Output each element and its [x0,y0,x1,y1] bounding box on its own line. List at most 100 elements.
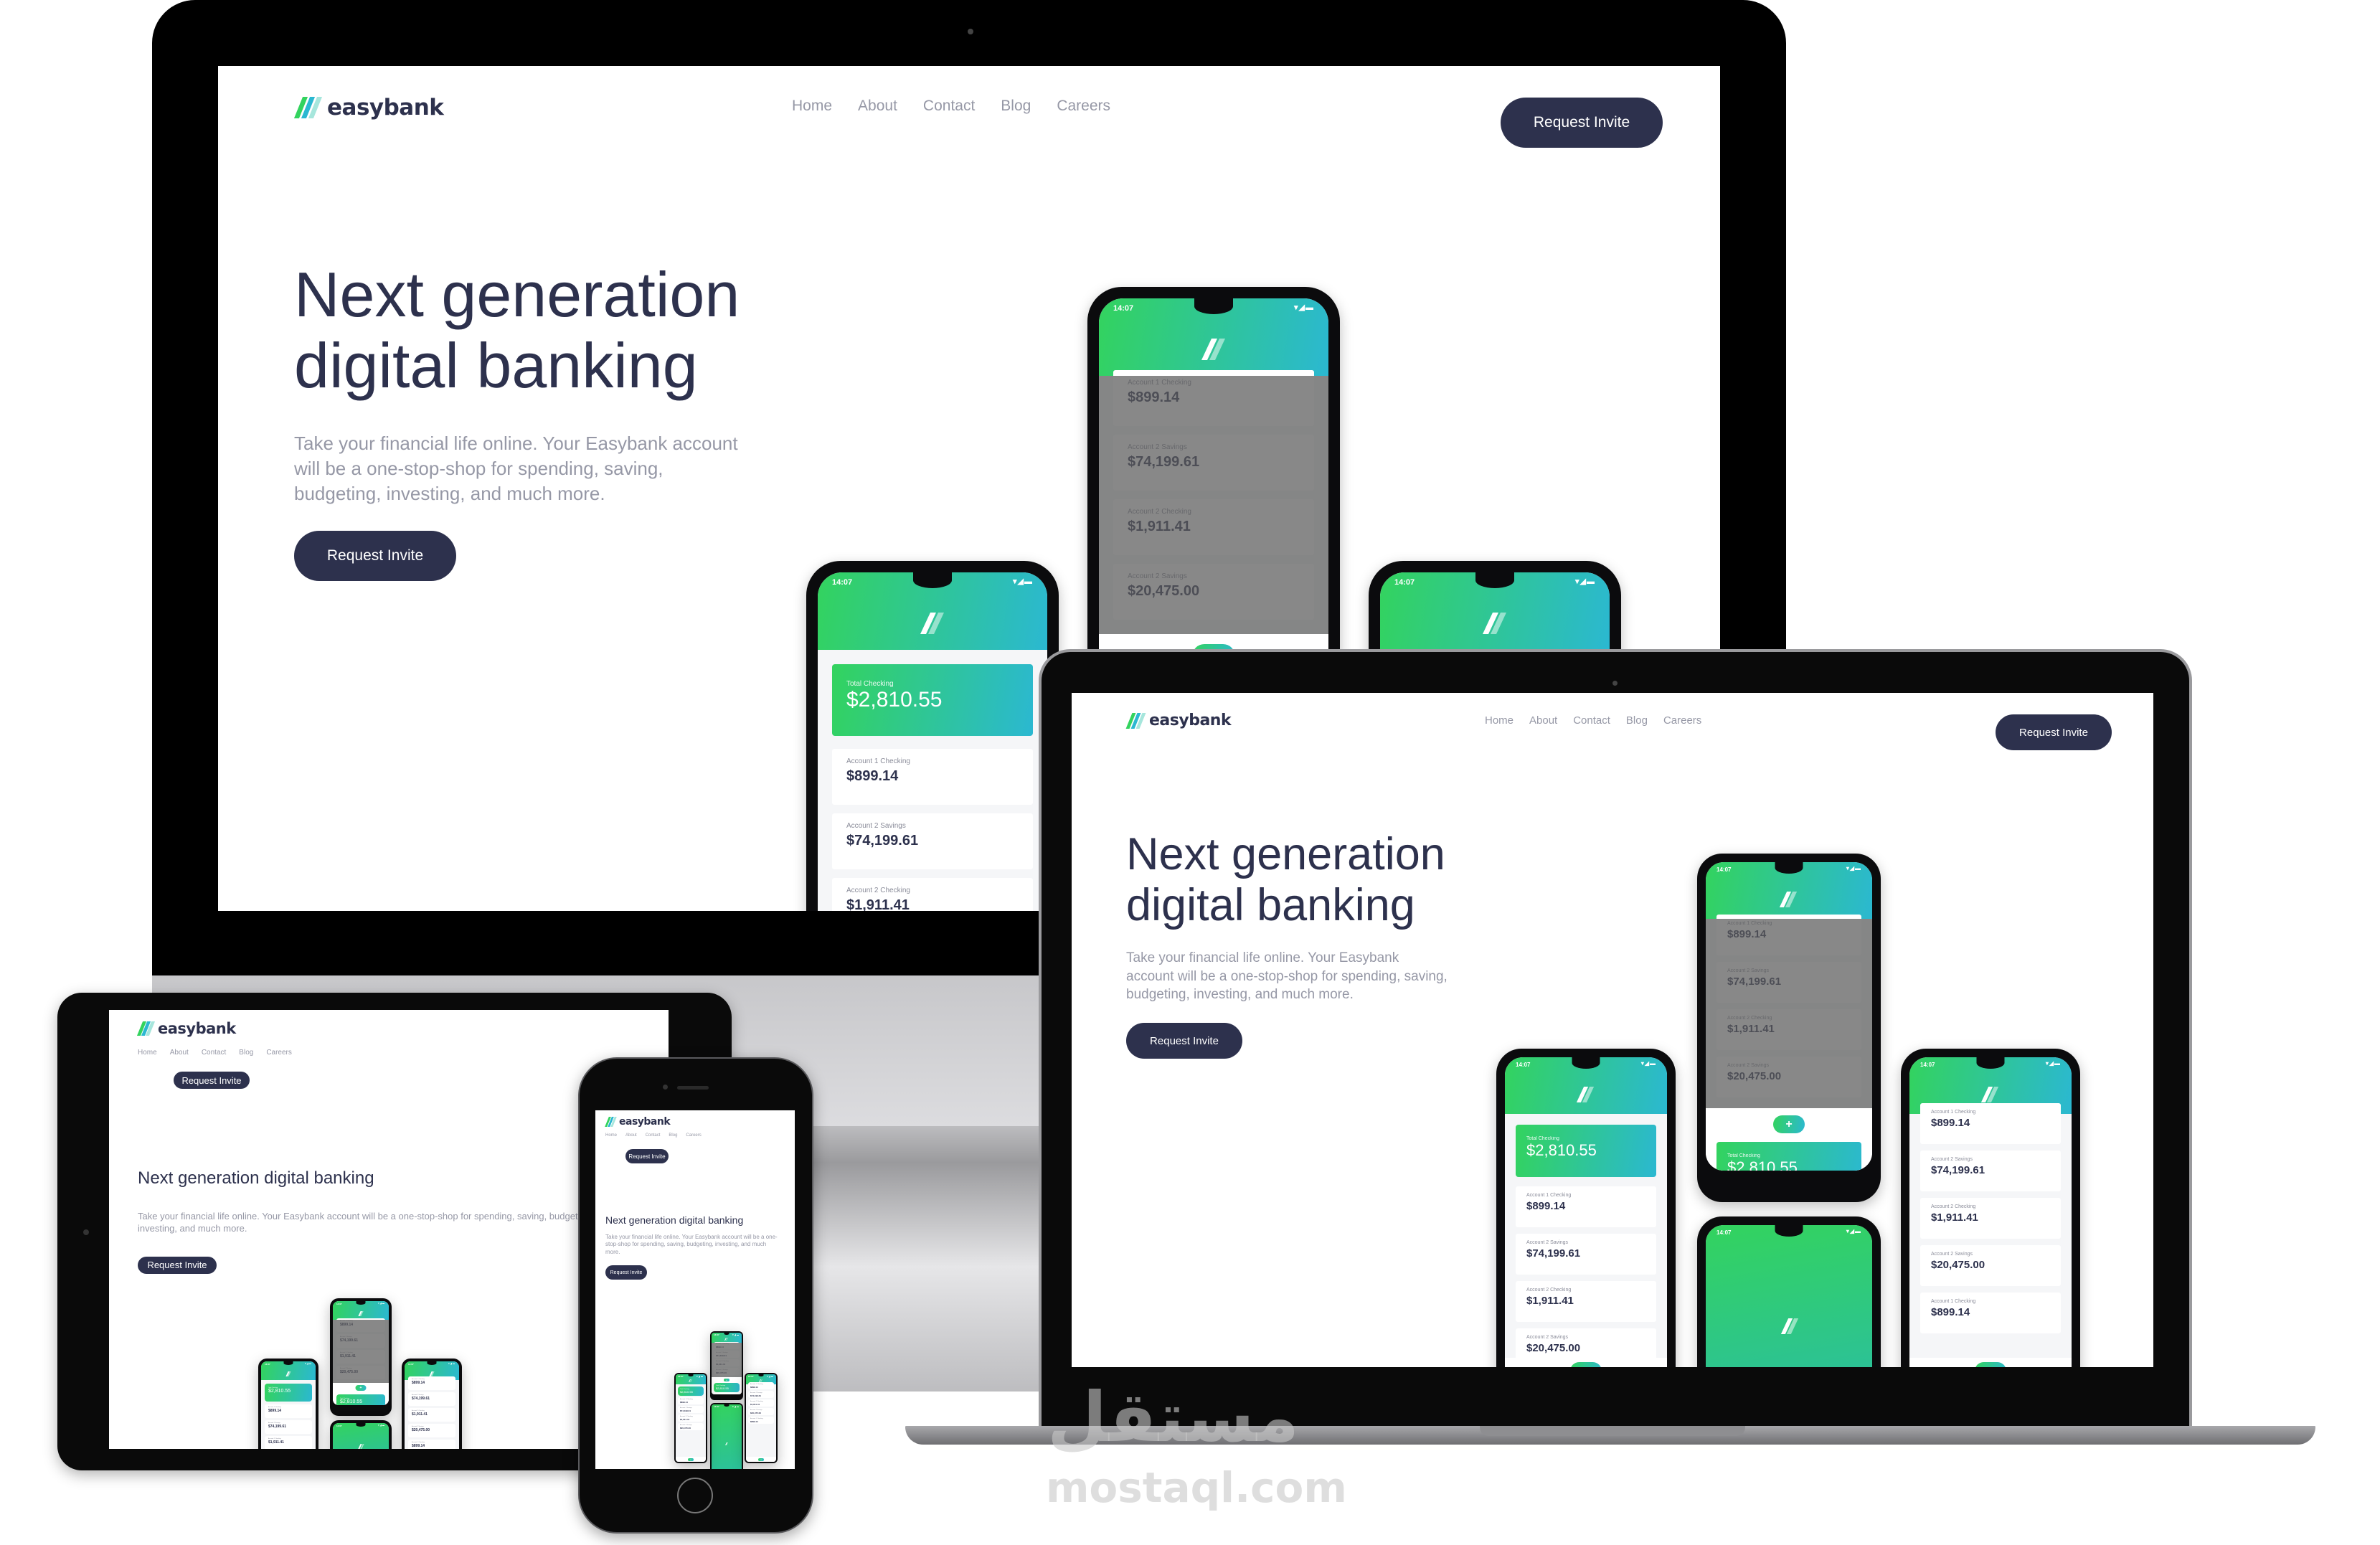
logo[interactable]: easybank [136,1020,236,1037]
phone-mockup: 14:07 ▾◢▬ [330,1420,392,1449]
account-card[interactable]: Account 2 Savings$74,199.61 [408,1392,455,1406]
hero-request-invite-button[interactable]: Request Invite [138,1256,217,1274]
logo[interactable]: easybank [605,1116,671,1128]
header-request-invite-button[interactable]: Request Invite [1996,714,2112,750]
account-card[interactable]: Account 2 Checking$1,911.41 [678,1414,704,1422]
header-request-invite-button[interactable]: Request Invite [1501,98,1663,148]
account-card[interactable]: Account 2 Savings$74,199.61 [1516,1234,1656,1275]
account-card[interactable]: Account 2 Checking$1,911.41 [408,1408,455,1422]
total-checking-card[interactable]: Total Checking$2,810.55 [678,1386,704,1396]
account-card[interactable]: Account 1 Checking$899.14 [265,1404,312,1418]
slash-stripes-logo-icon [136,1021,156,1036]
account-label: Account 1 Checking [412,1379,425,1380]
account-card[interactable]: Account 1 Checking$899.14 [408,1376,455,1390]
nav-about[interactable]: About [170,1049,189,1057]
nav-blog[interactable]: Blog [669,1133,677,1138]
nav-contact[interactable]: Contact [923,98,975,115]
account-card[interactable]: Account 2 Savings$74,199.61 [1920,1151,2061,1191]
phone-mockup: 14:07 ▾◢▬ [710,1403,743,1469]
home-button[interactable] [677,1478,713,1513]
plus-icon: + [690,1458,691,1461]
account-card[interactable]: Account 2 Checking$1,911.41 [265,1436,312,1449]
account-card[interactable]: Account 1 Checking$899.14 [1516,1186,1656,1227]
total-checking-card[interactable]: Total Checking$2,810.55 [1716,1142,1861,1171]
hero-request-invite-button[interactable]: Request Invite [1126,1023,1242,1059]
account-card[interactable]: Account 1 Checking$899.14 [408,1440,455,1449]
account-card[interactable]: Account 2 Savings$74,199.61 [265,1420,312,1434]
slash-stripes-logo-icon [285,1371,292,1376]
account-label: Account 2 Savings [846,822,906,830]
nav-blog[interactable]: Blog [1001,98,1031,115]
account-card[interactable]: Account 2 Savings$74,199.61 [748,1391,774,1398]
total-checking-card[interactable]: Total Checking$2,810.55 [336,1394,385,1405]
nav-contact[interactable]: Contact [1573,714,1610,727]
nav-blog[interactable]: Blog [239,1049,253,1057]
nav-careers[interactable]: Careers [1663,714,1701,727]
account-card[interactable]: Account 2 Savings$74,199.61 [678,1406,704,1413]
account-card[interactable]: Account 2 Checking$1,911.41 [1516,1281,1656,1322]
account-card[interactable]: Account 2 Checking$1,911.41 [1920,1198,2061,1239]
nav-contact[interactable]: Contact [202,1049,226,1057]
header-request-invite-button[interactable]: Request Invite [625,1149,669,1163]
nav-home[interactable]: Home [138,1049,157,1057]
total-amount: $2,810.55 [1727,1158,1798,1171]
phone-notch [1976,1057,2005,1069]
nav-about[interactable]: About [625,1133,637,1138]
nav-careers[interactable]: Careers [686,1133,701,1138]
slash-stripes-logo-icon [1575,1087,1596,1102]
add-account-button[interactable]: + [724,1379,729,1381]
nav-about[interactable]: About [1529,714,1557,727]
nav-home[interactable]: Home [1485,714,1514,727]
nav-careers[interactable]: Careers [266,1049,292,1057]
nav-home[interactable]: Home [792,98,832,115]
add-account-button[interactable]: + [758,1458,764,1461]
nav-about[interactable]: About [858,98,897,115]
nav-blog[interactable]: Blog [1626,714,1648,727]
account-card[interactable]: Account 2 Savings$74,199.61 [832,813,1033,869]
account-card[interactable]: Account 1 Checking$899.14 [748,1382,774,1389]
status-time: 14:07 [1920,1062,1935,1068]
total-checking-card[interactable]: Total Checking$2,810.55 [1516,1125,1656,1177]
add-account-button[interactable]: + [1570,1362,1602,1367]
add-account-button[interactable]: + [1975,1362,2006,1367]
account-card[interactable]: Account 2 Savings$20,475.00 [408,1424,455,1437]
account-label: Account 1 Checking [412,1442,425,1443]
laptop-hinge-notch [1480,1426,1745,1436]
nav-home[interactable]: Home [605,1133,617,1138]
account-label: Account 2 Savings [750,1392,762,1394]
nav-careers[interactable]: Careers [1057,98,1110,115]
account-amount: $1,911.41 [268,1440,284,1445]
account-label: Account 2 Checking [1931,1204,1976,1209]
total-checking-card[interactable]: Total Checking$2,810.55 [265,1384,312,1402]
total-amount: $2,810.55 [1526,1141,1597,1159]
hero-request-invite-button[interactable]: Request Invite [294,531,456,582]
account-card[interactable]: Account 2 Savings$20,475.00 [678,1423,704,1430]
add-account-button[interactable]: + [1773,1115,1805,1133]
account-card[interactable]: Account 1 Checking$899.14 [748,1417,774,1424]
hero-request-invite-button[interactable]: Request Invite [605,1265,647,1280]
total-checking-card[interactable]: Total Checking$2,810.55 [832,664,1033,736]
account-card[interactable]: Account 2 Checking$1,911.41 [748,1399,774,1407]
account-card[interactable]: Account 2 Savings$20,475.00 [748,1408,774,1415]
account-amount: $899.14 [750,1420,758,1423]
account-card[interactable]: Account 1 Checking$899.14 [832,749,1033,805]
phone-notch [1775,1225,1803,1237]
slash-stripes-logo-icon [689,1379,692,1382]
account-amount: $899.14 [846,768,899,784]
total-label: Total Checking [1727,1153,1760,1158]
add-account-button[interactable]: + [688,1458,694,1461]
add-account-button[interactable]: + [355,1385,367,1391]
account-card[interactable]: Account 2 Checking$1,911.41 [832,878,1033,911]
account-card[interactable]: Account 1 Checking$899.14 [1920,1293,2061,1333]
nav-contact[interactable]: Contact [646,1133,661,1138]
total-checking-card[interactable]: Total Checking$2,810.55 [714,1383,740,1392]
header-request-invite-button[interactable]: Request Invite [174,1072,250,1089]
account-amount: $1,911.41 [846,897,910,911]
logo[interactable]: easybank [1125,712,1232,729]
account-card[interactable]: Account 1 Checking$899.14 [1920,1103,2061,1144]
monitor-camera-icon [968,29,973,34]
logo[interactable]: easybank [293,95,444,121]
account-card[interactable]: Account 1 Checking$899.14 [678,1397,704,1404]
account-card[interactable]: Account 2 Savings$20,475.00 [1920,1245,2061,1286]
status-time: 14:07 [336,1303,342,1305]
